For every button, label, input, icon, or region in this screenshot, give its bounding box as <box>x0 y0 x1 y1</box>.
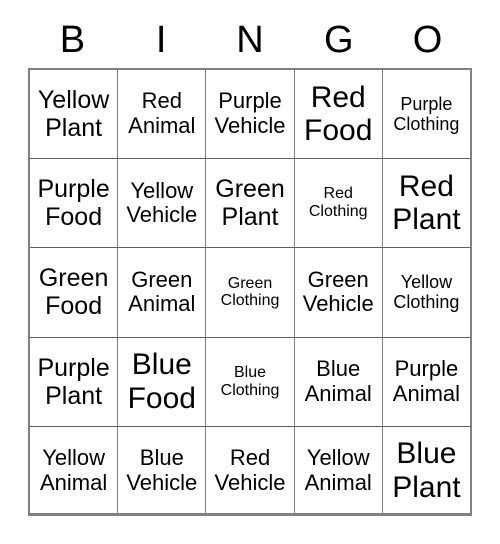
bingo-row: Purple Food Yellow Vehicle Green Plant Red C… <box>30 159 471 249</box>
bingo-header-letter-i: I <box>155 19 167 61</box>
bingo-cell-label: Red Plant <box>392 169 461 237</box>
bingo-header-letter-o: O <box>412 19 443 61</box>
bingo-cell[interactable]: Green Food <box>30 248 119 338</box>
bingo-cell-label: Purple Food <box>37 175 110 232</box>
bingo-cell[interactable]: Green Animal <box>118 248 207 338</box>
bingo-cell[interactable]: Purple Vehicle <box>206 70 295 160</box>
bingo-card: B I N G O Yellow Plant Red Animal Purple Ve… <box>28 0 472 516</box>
bingo-cell-label: Green Food <box>38 264 109 321</box>
bingo-cell[interactable]: Purple Plant <box>30 337 119 427</box>
bingo-cell[interactable]: Blue Plant <box>383 427 470 515</box>
bingo-cell-label: Yellow Animal <box>304 445 372 495</box>
bingo-cell-label: Yellow Clothing <box>393 272 460 313</box>
bingo-cell-label: Yellow Plant <box>37 86 110 143</box>
bingo-row: Yellow Animal Blue Vehicle Red Vehicle Yell… <box>30 426 470 515</box>
bingo-cell[interactable]: Blue Animal <box>294 337 383 427</box>
bingo-cell-label: Blue Food <box>127 348 196 415</box>
bingo-cell-label: Red Food <box>304 80 373 148</box>
bingo-cell-label: Red Animal <box>128 88 196 139</box>
bingo-cell-label: Green Plant <box>215 175 285 232</box>
bingo-cell[interactable]: Red Animal <box>118 70 207 160</box>
bingo-cell[interactable]: Purple Clothing <box>382 70 471 160</box>
bingo-cell[interactable]: Purple Animal <box>382 338 471 427</box>
bingo-cell[interactable]: Purple Food <box>30 159 119 249</box>
bingo-grid: Yellow Plant Red Animal Purple Vehicle Red F… <box>28 68 472 516</box>
bingo-cell[interactable]: Red Clothing <box>294 159 383 249</box>
bingo-cell[interactable]: Blue Clothing <box>206 337 295 427</box>
bingo-cell-label: Green Clothing <box>220 274 280 310</box>
bingo-cell-label: Yellow Vehicle <box>126 177 198 228</box>
bingo-cell-label: Purple Animal <box>392 356 461 406</box>
bingo-cell-label: Blue Plant <box>392 437 461 504</box>
bingo-cell-label: Green Vehicle <box>302 266 374 317</box>
bingo-header-letter-n: N <box>236 19 264 61</box>
bingo-cell-label: Green Animal <box>128 266 196 317</box>
bingo-cell[interactable]: Red Vehicle <box>206 426 295 515</box>
bingo-row: Yellow Plant Red Animal Purple Vehicle Red F… <box>30 70 471 160</box>
bingo-cell[interactable]: Green Clothing <box>206 248 295 338</box>
bingo-cell[interactable]: Red Plant <box>382 159 471 249</box>
bingo-header-letter-g: G <box>324 19 354 61</box>
bingo-header-letter-b: B <box>59 19 86 61</box>
bingo-cell[interactable]: Yellow Animal <box>30 426 119 515</box>
bingo-cell[interactable]: Yellow Animal <box>295 426 383 515</box>
bingo-cell-label: Blue Clothing <box>220 363 280 399</box>
bingo-row: Purple Plant Blue Food Blue Clothing Blue An… <box>30 337 471 427</box>
bingo-cell-label: Red Vehicle <box>214 445 286 495</box>
bingo-cell[interactable]: Green Vehicle <box>294 248 383 338</box>
bingo-header-row: B I N G O <box>28 0 472 68</box>
bingo-cell[interactable]: Yellow Clothing <box>382 248 471 338</box>
bingo-cell-label: Yellow Animal <box>39 445 108 495</box>
bingo-cell[interactable]: Blue Vehicle <box>118 426 207 515</box>
bingo-cell-label: Purple Vehicle <box>214 88 286 139</box>
bingo-cell-label: Blue Animal <box>304 356 372 406</box>
bingo-cell-label: Red Clothing <box>308 185 368 221</box>
bingo-cell[interactable]: Red Food <box>294 70 383 160</box>
bingo-row: Green Food Green Animal Green Clothing Gree… <box>30 248 471 338</box>
bingo-cell[interactable]: Yellow Vehicle <box>118 159 207 249</box>
bingo-cell[interactable]: Blue Food <box>118 337 207 427</box>
bingo-cell[interactable]: Green Plant <box>206 159 295 249</box>
bingo-cell-label: Purple Clothing <box>393 93 460 135</box>
bingo-cell[interactable]: Yellow Plant <box>30 70 119 160</box>
bingo-cell-label: Purple Plant <box>37 353 110 410</box>
bingo-cell-label: Blue Vehicle <box>126 445 198 495</box>
